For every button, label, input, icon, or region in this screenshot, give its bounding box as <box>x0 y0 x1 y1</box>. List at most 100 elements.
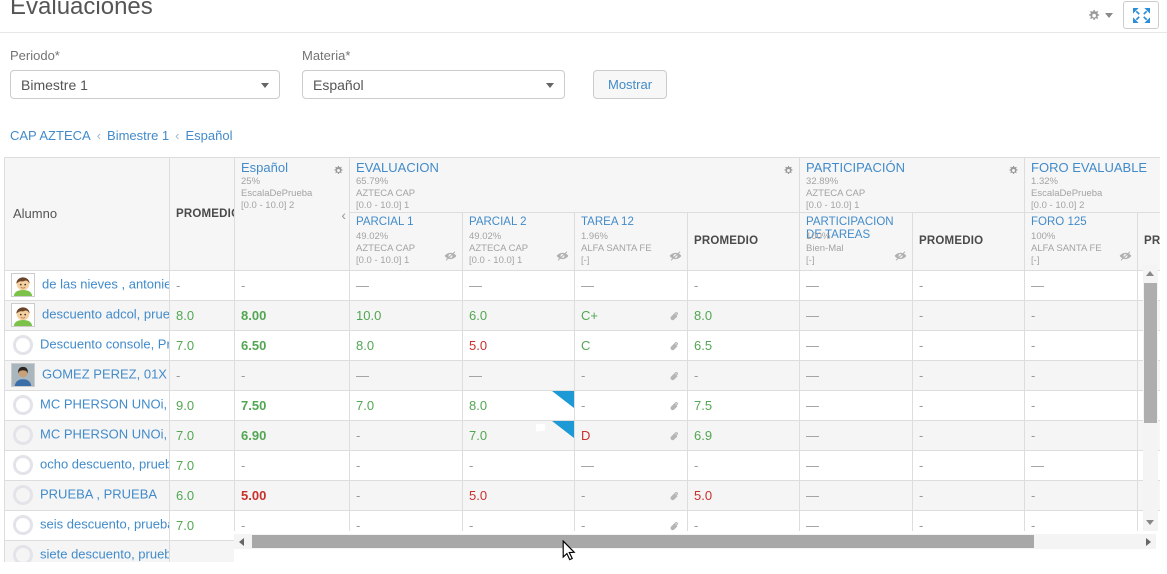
participacion-group-title[interactable]: PARTICIPACIÓN <box>800 158 1024 176</box>
promedio-cell[interactable]: 9.0 <box>170 390 235 420</box>
eye-slash-icon[interactable] <box>444 248 457 266</box>
promedio-cell[interactable]: - <box>170 270 235 300</box>
grade-cell[interactable]: — <box>1025 270 1138 300</box>
student-name-link[interactable]: MC PHERSON UNOi, ANG <box>40 397 170 412</box>
grade-cell[interactable]: — <box>800 450 913 480</box>
promedio-cell[interactable]: 6.0 <box>170 480 235 510</box>
eye-slash-icon[interactable] <box>894 248 907 266</box>
grade-cell[interactable]: 7.5 <box>688 390 800 420</box>
scroll-right-arrow[interactable] <box>1146 538 1151 546</box>
column-gear-button[interactable] <box>333 163 344 181</box>
vertical-scrollbar-thumb[interactable] <box>1144 283 1157 423</box>
grade-cell[interactable]: 6.0 <box>463 300 575 330</box>
eye-slash-icon[interactable] <box>669 248 682 266</box>
student-name-link[interactable]: Descuento console, Prueba <box>40 337 170 352</box>
grade-cell[interactable]: — <box>800 300 913 330</box>
breadcrumb-school-link[interactable]: CAP AZTECA <box>10 128 91 143</box>
materia-select[interactable]: Español <box>302 70 565 99</box>
fullscreen-button[interactable] <box>1123 1 1159 29</box>
grade-cell[interactable]: 8.0 <box>350 330 463 360</box>
grade-cell[interactable]: — <box>800 390 913 420</box>
grade-cell[interactable]: — <box>800 420 913 450</box>
grade-cell[interactable]: — <box>463 360 575 390</box>
column-gear-button[interactable] <box>783 163 794 181</box>
grade-cell[interactable]: - <box>913 360 1025 390</box>
column-gear-button[interactable] <box>1008 163 1019 181</box>
paperclip-icon[interactable] <box>669 341 680 356</box>
grade-cell[interactable]: 6.9 <box>688 420 800 450</box>
grade-cell[interactable]: — <box>800 270 913 300</box>
collapse-chevron-icon[interactable]: ‹ <box>341 208 346 222</box>
foro125-title[interactable]: FORO 125 <box>1025 213 1137 229</box>
grade-cell[interactable]: 8.0 <box>688 300 800 330</box>
paperclip-icon[interactable] <box>669 371 680 386</box>
horizontal-scrollbar[interactable] <box>234 534 1156 549</box>
grade-cell[interactable]: - <box>913 270 1025 300</box>
tarea12-title[interactable]: TAREA 12 <box>575 213 687 229</box>
grade-cell[interactable]: - <box>913 480 1025 510</box>
student-name-link[interactable]: GOMEZ PEREZ, 01X ROB <box>42 367 170 382</box>
student-name-link[interactable]: seis descuento, prueba <box>40 517 170 532</box>
grade-cell[interactable]: 8.0 <box>463 390 575 420</box>
student-name-link[interactable]: MC PHERSON UNOi, GRE <box>40 427 170 442</box>
grade-cell[interactable]: C <box>575 330 688 360</box>
grade-cell[interactable]: - <box>350 420 463 450</box>
settings-gear-button[interactable] <box>1085 4 1117 26</box>
student-name-link[interactable]: ocho descuento, prueba <box>40 457 170 472</box>
student-name-link[interactable]: de las nieves , antonieta <box>42 277 170 292</box>
comment-badge-icon[interactable] <box>552 421 574 438</box>
paperclip-icon[interactable] <box>669 431 680 446</box>
paperclip-icon[interactable] <box>669 401 680 416</box>
grade-cell[interactable]: - <box>1025 480 1138 510</box>
grade-cell[interactable]: - <box>235 450 350 480</box>
grade-cell[interactable]: - <box>1025 300 1138 330</box>
grade-cell[interactable]: - <box>350 480 463 510</box>
mostrar-button[interactable]: Mostrar <box>593 70 667 99</box>
eye-slash-icon[interactable] <box>556 248 569 266</box>
grade-cell[interactable]: - <box>1025 390 1138 420</box>
grade-cell[interactable]: — <box>350 270 463 300</box>
paperclip-icon[interactable] <box>669 311 680 326</box>
grade-cell[interactable]: - <box>688 270 800 300</box>
grade-cell[interactable]: 5.0 <box>463 330 575 360</box>
grade-cell[interactable]: 5.0 <box>463 480 575 510</box>
grade-cell[interactable]: — <box>350 360 463 390</box>
grade-cell[interactable]: - <box>688 450 800 480</box>
grade-cell[interactable]: - <box>575 360 688 390</box>
grade-cell[interactable]: - <box>688 360 800 390</box>
comment-badge-icon[interactable] <box>552 391 574 408</box>
grade-cell[interactable]: - <box>1025 330 1138 360</box>
scroll-up-arrow[interactable] <box>1146 271 1154 276</box>
periodo-select[interactable]: Bimestre 1 <box>10 70 280 99</box>
grade-cell[interactable]: 6.50 <box>235 330 350 360</box>
grade-cell[interactable]: - <box>575 390 688 420</box>
grade-cell[interactable]: - <box>913 390 1025 420</box>
grade-cell[interactable]: C+ <box>575 300 688 330</box>
promedio-cell[interactable] <box>170 540 235 562</box>
grade-cell[interactable]: 10.0 <box>350 300 463 330</box>
grade-cell[interactable]: 8.00 <box>235 300 350 330</box>
student-name-link[interactable]: PRUEBA , PRUEBA <box>40 487 157 502</box>
paperclip-icon[interactable] <box>669 491 680 506</box>
promedio-cell[interactable]: 7.0 <box>170 450 235 480</box>
grade-cell[interactable]: 5.0 <box>688 480 800 510</box>
grade-cell[interactable]: — <box>575 450 688 480</box>
foro-group-title[interactable]: FORO EVALUABLE <box>1025 158 1160 176</box>
vertical-scrollbar[interactable] <box>1143 265 1158 531</box>
grade-cell[interactable]: 7.50 <box>235 390 350 420</box>
promedio-cell[interactable]: - <box>170 360 235 390</box>
grade-cell[interactable]: - <box>575 480 688 510</box>
grade-cell[interactable]: - <box>235 270 350 300</box>
grade-cell[interactable]: - <box>1025 420 1138 450</box>
promedio-cell[interactable]: 8.0 <box>170 300 235 330</box>
grade-cell[interactable]: - <box>913 420 1025 450</box>
promedio-cell[interactable]: 7.0 <box>170 330 235 360</box>
grade-cell[interactable]: - <box>235 360 350 390</box>
grade-cell[interactable]: - <box>463 450 575 480</box>
grade-cell[interactable]: — <box>800 330 913 360</box>
breadcrumb-period-link[interactable]: Bimestre 1 <box>107 128 169 143</box>
scroll-down-arrow[interactable] <box>1146 520 1154 525</box>
grade-cell[interactable]: — <box>800 480 913 510</box>
promedio-cell[interactable]: 7.0 <box>170 510 235 540</box>
parcial2-title[interactable]: PARCIAL 2 <box>463 213 574 229</box>
